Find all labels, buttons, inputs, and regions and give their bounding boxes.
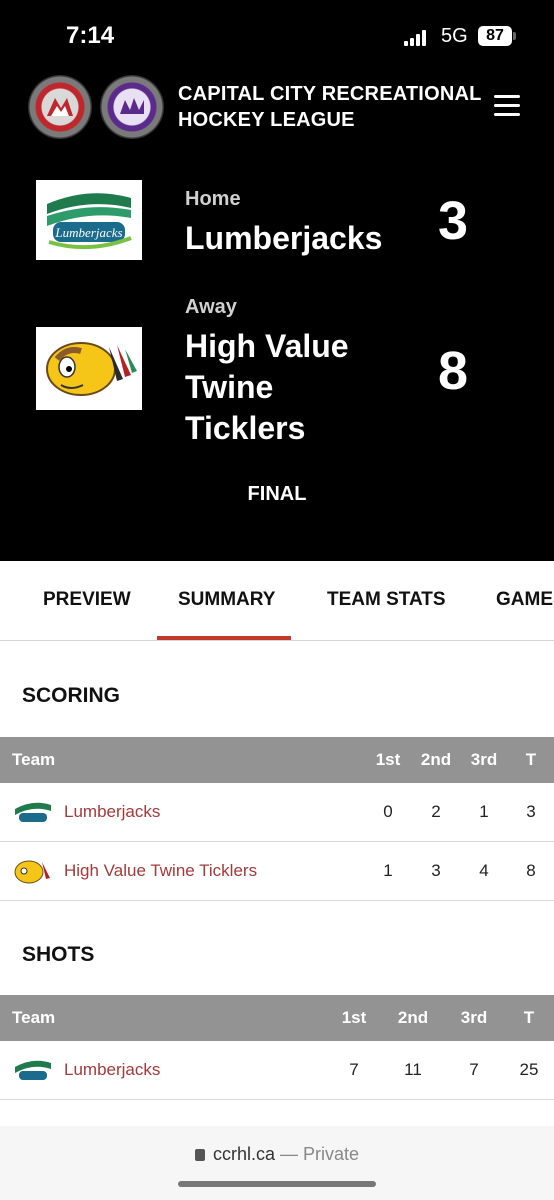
header-3rd: 3rd	[470, 750, 498, 769]
cell-1st: 0	[383, 802, 393, 821]
tab-summary[interactable]: SUMMARY	[178, 589, 275, 611]
table-row: High Value Twine Ticklers 1 3 4 8	[0, 842, 554, 901]
game-status: FINAL	[247, 483, 307, 505]
tab-bar: PREVIEW SUMMARY TEAM STATS GAMES	[0, 561, 554, 641]
home-score: 3	[437, 191, 469, 251]
shots-title: SHOTS	[22, 943, 95, 966]
url-domain: ccrhl.ca	[212, 1144, 275, 1164]
team-link[interactable]: High Value Twine Ticklers	[64, 861, 257, 881]
lumberjacks-logo: Lumberjacks	[36, 180, 142, 260]
edmonton-logo[interactable]	[100, 75, 164, 139]
league-title-line1: CAPITAL CITY RECREATIONAL	[178, 83, 482, 105]
league-title-line2: HOCKEY LEAGUE	[178, 109, 355, 131]
cell-2nd: 2	[431, 802, 441, 821]
status-time: 7:14	[66, 22, 115, 49]
signal-icon	[404, 30, 430, 46]
hamburger-menu-icon[interactable]	[492, 95, 524, 119]
team-link[interactable]: Lumberjacks	[64, 1060, 160, 1080]
team-cell: Lumberjacks	[12, 1041, 160, 1099]
cell-1st: 7	[349, 1060, 359, 1079]
header-total: T	[525, 750, 537, 769]
away-team-name-line3: Ticklers	[185, 410, 306, 446]
twine-ticklers-mini-logo	[12, 855, 54, 887]
cell-3rd: 1	[479, 802, 489, 821]
header-team: Team	[12, 1008, 56, 1027]
capital-city-logo[interactable]	[28, 75, 92, 139]
browser-address-bar[interactable]: ccrhl.ca — Private	[0, 1126, 554, 1200]
away-team-name[interactable]: High Value Twine Ticklers	[185, 326, 395, 449]
tab-preview[interactable]: PREVIEW	[43, 589, 131, 611]
cell-3rd: 7	[469, 1060, 479, 1079]
battery-icon: 87	[478, 26, 512, 46]
away-label: Away	[185, 296, 237, 318]
cell-3rd: 4	[479, 861, 489, 880]
header-1st: 1st	[341, 1008, 367, 1027]
home-indicator[interactable]	[178, 1181, 376, 1187]
status-bar: 7:14 5G 87	[0, 0, 554, 68]
cell-2nd: 11	[404, 1060, 422, 1079]
table-row: Lumberjacks 7 11 7 25	[0, 1041, 554, 1100]
cell-total: 3	[526, 802, 536, 821]
scoring-header-row: Team 1st 2nd 3rd T	[0, 737, 554, 783]
away-team-name-line1: High Value	[185, 328, 349, 364]
home-label: Home	[185, 188, 241, 210]
league-title: CAPITAL CITY RECREATIONAL HOCKEY LEAGUE	[178, 81, 482, 133]
site-header: CAPITAL CITY RECREATIONAL HOCKEY LEAGUE	[0, 68, 554, 150]
tab-team-stats[interactable]: TEAM STATS	[327, 589, 446, 611]
cell-2nd: 3	[431, 861, 441, 880]
team-cell: Lumberjacks	[12, 783, 160, 841]
team-cell: High Value Twine Ticklers	[12, 842, 257, 900]
url-separator: —	[279, 1144, 298, 1164]
scoring-table: Team 1st 2nd 3rd T Lumberjacks 0 2 1 3 H…	[0, 737, 554, 901]
header-3rd: 3rd	[460, 1008, 488, 1027]
scoreboard: Lumberjacks Home Lumberjacks 3 Away High…	[0, 150, 554, 561]
cell-total: 8	[526, 861, 536, 880]
battery-tip	[513, 32, 516, 40]
header-1st: 1st	[375, 750, 401, 769]
active-tab-indicator	[157, 636, 291, 640]
scoring-title: SCORING	[22, 684, 121, 707]
tab-games[interactable]: GAMES	[496, 589, 554, 611]
private-mode-label: Private	[303, 1144, 360, 1164]
network-type: 5G	[441, 25, 468, 47]
url-display[interactable]: ccrhl.ca — Private	[0, 1144, 554, 1165]
away-score: 8	[437, 341, 469, 401]
header-2nd: 2nd	[420, 750, 452, 769]
lumberjacks-mini-logo	[12, 1054, 54, 1086]
away-team-name-line2: Twine	[185, 369, 274, 405]
shots-header-row: Team 1st 2nd 3rd T	[0, 995, 554, 1041]
lumberjacks-mini-logo	[12, 796, 54, 828]
cell-total: 25	[519, 1060, 539, 1079]
shots-table: Team 1st 2nd 3rd T Lumberjacks 7 11 7 25	[0, 995, 554, 1100]
cell-1st: 1	[383, 861, 393, 880]
page: 7:14 5G 87 CAPITAL CITY RECREATIONAL HOC…	[0, 0, 554, 1200]
header-2nd: 2nd	[397, 1008, 429, 1027]
lock-icon	[194, 1149, 205, 1161]
home-team-name[interactable]: Lumberjacks	[185, 218, 395, 259]
svg-text:Lumberjacks: Lumberjacks	[54, 225, 122, 240]
twine-ticklers-logo	[36, 327, 142, 410]
table-row: Lumberjacks 0 2 1 3	[0, 783, 554, 842]
header-team: Team	[12, 750, 56, 769]
team-link[interactable]: Lumberjacks	[64, 802, 160, 822]
header-total: T	[523, 1008, 535, 1027]
